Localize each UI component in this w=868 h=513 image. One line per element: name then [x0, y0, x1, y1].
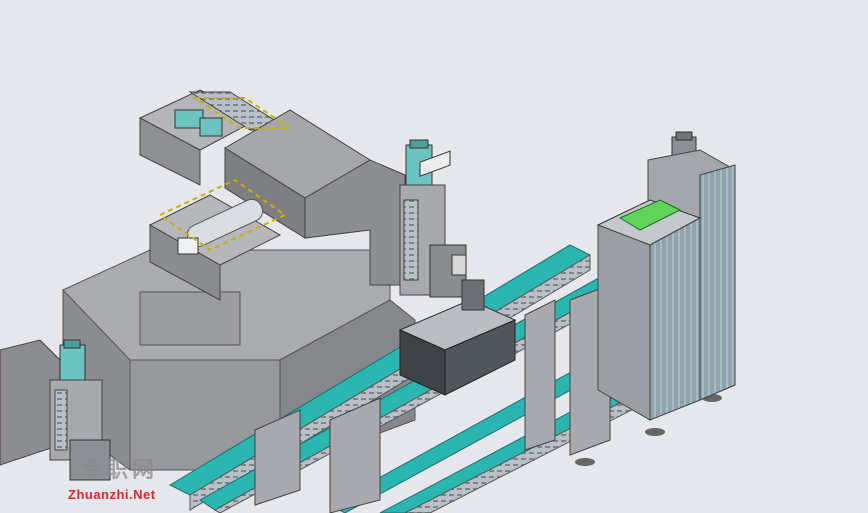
watermark-english-text: Zhuanzhi.Net [68, 487, 156, 502]
watermark-chinese-text: 专职网 [80, 458, 159, 483]
right-tower-station [596, 131, 736, 421]
assembly-line-render [0, 89, 736, 513]
cad-viewport[interactable]: 专职网 Zhuanzhi.Net [0, 0, 868, 513]
